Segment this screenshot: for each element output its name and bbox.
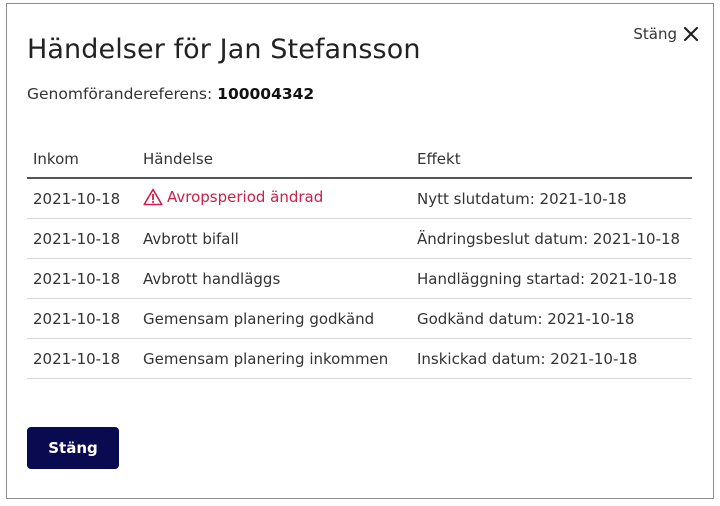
table-row: 2021-10-18 Avbrott bifall Ändringsbeslut… bbox=[27, 218, 692, 259]
event-label: Avropsperiod ändrad bbox=[167, 187, 324, 206]
cell-effect: Godkänd datum: 2021-10-18 bbox=[417, 298, 692, 339]
close-button[interactable]: Stäng bbox=[27, 427, 119, 469]
cell-event: Avbrott handläggs bbox=[143, 258, 417, 299]
cell-effect: Nytt slutdatum: 2021-10-18 bbox=[417, 178, 692, 219]
column-header-effekt: Effekt bbox=[417, 144, 692, 179]
close-label[interactable]: Stäng bbox=[633, 25, 677, 43]
table-row: 2021-10-18 Gemensam planering inkommen I… bbox=[27, 338, 692, 379]
reference-label: Genomförandereferens: bbox=[27, 85, 213, 103]
events-modal: Stäng Händelser för Jan Stefansson Genom… bbox=[6, 3, 714, 499]
close-link[interactable]: Stäng bbox=[633, 25, 699, 43]
table-row: 2021-10-18 Gemensam planering godkänd Go… bbox=[27, 298, 692, 339]
cell-event: Avbrott bifall bbox=[143, 218, 417, 259]
cell-date: 2021-10-18 bbox=[27, 298, 143, 339]
table-header-row: Inkom Händelse Effekt bbox=[27, 144, 692, 179]
cell-date: 2021-10-18 bbox=[27, 338, 143, 379]
cell-event: Gemensam planering godkänd bbox=[143, 298, 417, 339]
column-header-handelse: Händelse bbox=[143, 144, 417, 179]
reference-value: 100004342 bbox=[217, 85, 315, 103]
column-header-inkom: Inkom bbox=[27, 144, 143, 179]
cell-date: 2021-10-18 bbox=[27, 258, 143, 299]
cell-date: 2021-10-18 bbox=[27, 218, 143, 259]
cell-effect: Ändringsbeslut datum: 2021-10-18 bbox=[417, 218, 692, 259]
cell-event: Avropsperiod ändrad bbox=[143, 178, 417, 219]
reference-line: Genomförandereferens: 100004342 bbox=[27, 85, 314, 103]
cell-effect: Inskickad datum: 2021-10-18 bbox=[417, 338, 692, 379]
cell-event: Gemensam planering inkommen bbox=[143, 338, 417, 379]
close-icon[interactable] bbox=[683, 26, 699, 42]
warning-triangle-icon bbox=[143, 188, 163, 205]
modal-title: Händelser för Jan Stefansson bbox=[27, 34, 421, 65]
cell-date: 2021-10-18 bbox=[27, 178, 143, 219]
table-row: 2021-10-18 Avropsperiod ändrad Nytt slut… bbox=[27, 178, 692, 219]
events-table: Inkom Händelse Effekt 2021-10-18 Avropsp… bbox=[27, 144, 692, 379]
warning-event: Avropsperiod ändrad bbox=[143, 188, 323, 206]
cell-effect: Handläggning startad: 2021-10-18 bbox=[417, 258, 692, 299]
table-row: 2021-10-18 Avbrott handläggs Handläggnin… bbox=[27, 258, 692, 299]
